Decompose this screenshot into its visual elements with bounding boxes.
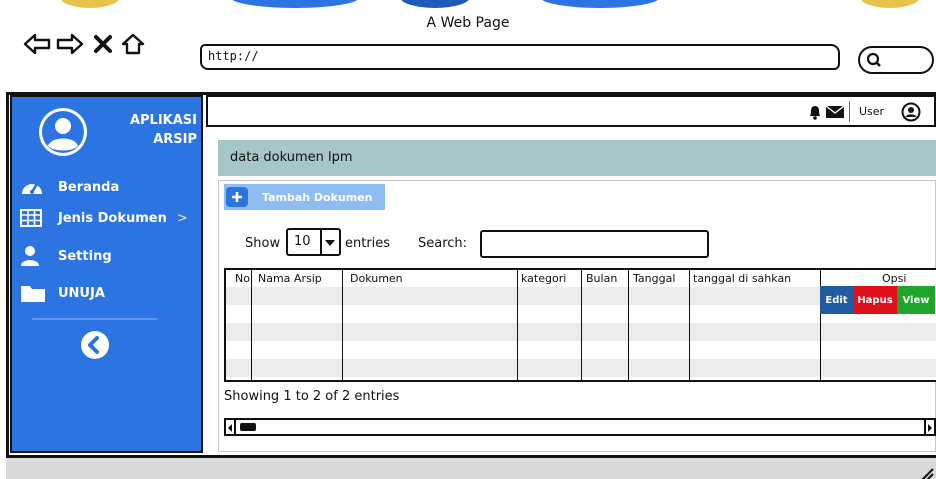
url-input[interactable]: http://	[200, 44, 840, 70]
appbar-divider	[849, 101, 850, 122]
forward-button[interactable]	[55, 30, 85, 58]
plus-icon	[226, 187, 248, 207]
add-document-label: Tambah Dokumen	[262, 190, 373, 204]
arrow-left-icon	[228, 424, 232, 432]
home-icon	[121, 33, 145, 55]
chevron-right-icon: >	[176, 210, 188, 226]
scroll-right-button[interactable]	[924, 420, 934, 434]
sidebar: APLIKASI ARSIP Beranda Jenis Dokumen > S…	[10, 95, 203, 453]
entries-select[interactable]: 10	[286, 228, 341, 256]
browser-search-button[interactable]	[858, 46, 934, 74]
sidebar-divider	[32, 318, 157, 320]
sidebar-item-setting[interactable]: Setting	[20, 243, 200, 269]
avatar-icon	[39, 108, 87, 156]
home-button[interactable]	[118, 30, 148, 58]
sidebar-item-label: Jenis Dokumen	[58, 210, 167, 226]
scroll-left-button[interactable]	[226, 420, 236, 434]
sidebar-item-jenis-dokumen[interactable]: Jenis Dokumen >	[20, 205, 200, 231]
resize-grip-icon[interactable]	[918, 465, 934, 479]
view-button[interactable]: View	[897, 286, 935, 314]
top-decoration	[0, 0, 936, 10]
add-document-button[interactable]: Tambah Dokumen	[224, 184, 385, 210]
browser-title: A Web Page	[426, 15, 510, 31]
sidebar-item-label: Beranda	[58, 179, 120, 195]
column-divider	[517, 270, 518, 380]
entries-label: entries	[345, 236, 391, 251]
mail-icon[interactable]	[825, 105, 845, 119]
sidebar-item-label: Setting	[58, 248, 112, 264]
close-icon	[94, 35, 112, 53]
show-label: Show	[245, 236, 281, 251]
column-header-tanggal[interactable]: Tanggal	[633, 272, 675, 285]
forward-arrow-icon	[56, 33, 84, 55]
sidebar-item-beranda[interactable]: Beranda	[20, 174, 200, 200]
stop-button[interactable]	[88, 30, 118, 58]
collapse-sidebar-icon[interactable]	[80, 330, 110, 360]
arrow-right-icon	[928, 424, 932, 432]
delete-button[interactable]: Hapus	[853, 286, 897, 314]
column-header-tanggal-di-sahkan[interactable]: tanggal di sahkan	[693, 272, 791, 285]
back-button[interactable]	[22, 30, 52, 58]
column-header-kategori[interactable]: kategori	[521, 272, 566, 285]
app-title-line2: ARSIP	[153, 132, 197, 147]
folder-icon	[20, 282, 48, 304]
scroll-thumb[interactable]	[240, 423, 256, 431]
app-title-line1: APLIKASI	[129, 113, 197, 128]
column-divider	[581, 270, 582, 380]
sidebar-item-label: UNUJA	[58, 285, 105, 301]
column-divider	[342, 270, 343, 380]
column-divider	[251, 270, 252, 380]
page-title: data dokumen lpm	[218, 140, 936, 176]
bell-icon[interactable]	[808, 104, 822, 120]
search-icon	[866, 52, 881, 67]
chevron-down-icon	[325, 240, 335, 246]
table-search-input[interactable]	[480, 230, 709, 258]
horizontal-scrollbar[interactable]	[224, 418, 936, 436]
user-label[interactable]: User	[859, 105, 884, 118]
user-icon	[20, 245, 48, 267]
grid-icon	[20, 207, 48, 229]
user-circle-icon[interactable]	[901, 102, 921, 122]
column-header-nama-arsip[interactable]: Nama Arsip	[258, 272, 322, 285]
column-divider	[689, 270, 690, 380]
entries-value: 10	[294, 234, 311, 249]
column-header-bulan[interactable]: Bulan	[586, 272, 617, 285]
column-header-dokumen[interactable]: Dokumen	[350, 272, 403, 285]
back-arrow-icon	[23, 33, 51, 55]
status-bar	[6, 455, 936, 479]
edit-button[interactable]: Edit	[820, 286, 853, 314]
sidebar-item-unuja[interactable]: UNUJA	[20, 280, 200, 306]
column-divider	[628, 270, 629, 380]
app-title: APLIKASI ARSIP	[117, 111, 197, 149]
select-divider	[320, 228, 322, 256]
column-header-no[interactable]: No	[235, 272, 250, 285]
table-info: Showing 1 to 2 of 2 entries	[224, 389, 400, 404]
search-label: Search:	[418, 236, 468, 251]
top-bar: User	[206, 95, 936, 127]
dashboard-icon	[20, 176, 48, 198]
column-header-opsi: Opsi	[882, 272, 907, 285]
